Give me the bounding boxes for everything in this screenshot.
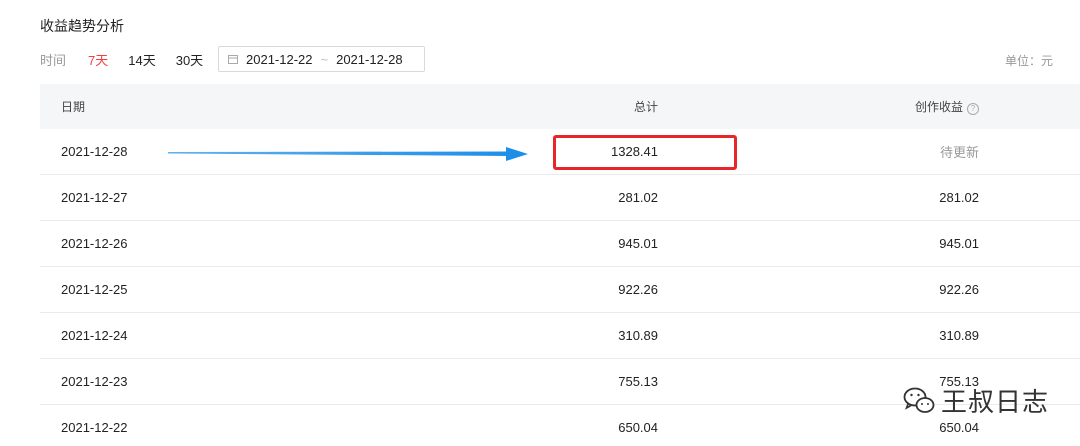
row-date: 2021-12-22 xyxy=(61,420,128,435)
table-row: 2021-12-24 310.89 310.89 xyxy=(40,313,1080,359)
row-total: 922.26 xyxy=(618,282,658,297)
help-circle-icon[interactable]: ? xyxy=(967,103,979,115)
wechat-icon xyxy=(903,387,935,413)
unit-label: 单位：元 xyxy=(1004,54,1053,68)
row-total: 945.01 xyxy=(618,236,658,251)
table-row: 2021-12-26 945.01 945.01 xyxy=(40,221,1080,267)
row-date: 2021-12-27 xyxy=(61,190,128,205)
table-row: 2021-12-27 281.02 281.02 xyxy=(40,175,1080,221)
row-total: 310.89 xyxy=(618,328,658,343)
section-title: 收益趋势分析 xyxy=(40,18,124,34)
time-filter-bar: 时间 7天 14天 30天 2021-12-22 ~ 2021-12-28 xyxy=(40,46,425,72)
range-option-30d[interactable]: 30天 xyxy=(176,50,203,69)
table-row: 2021-12-25 922.26 922.26 xyxy=(40,267,1080,313)
header-total: 总计 xyxy=(633,100,658,114)
row-date: 2021-12-25 xyxy=(61,282,128,297)
row-creation: 310.89 xyxy=(939,328,979,343)
row-creation: 945.01 xyxy=(939,236,979,251)
row-total: 281.02 xyxy=(618,190,658,205)
header-creation-label: 创作收益 xyxy=(914,100,963,114)
range-option-14d[interactable]: 14天 xyxy=(128,50,155,69)
calendar-icon xyxy=(228,55,238,64)
row-creation: 待更新 xyxy=(939,145,979,160)
row-date: 2021-12-23 xyxy=(61,374,128,389)
row-total: 755.13 xyxy=(618,374,658,389)
row-creation: 650.04 xyxy=(939,420,979,435)
range-option-7d[interactable]: 7天 xyxy=(88,50,108,69)
date-range-separator: ~ xyxy=(320,51,329,67)
header-date: 日期 xyxy=(61,100,86,114)
row-total: 650.04 xyxy=(618,420,658,435)
time-filter-label: 时间 xyxy=(40,52,67,68)
row-date: 2021-12-28 xyxy=(61,144,128,159)
header-creation: 创作收益? xyxy=(889,98,979,115)
row-creation: 922.26 xyxy=(939,282,979,297)
row-date: 2021-12-24 xyxy=(61,328,128,343)
date-range-end: 2021-12-28 xyxy=(336,51,403,67)
row-creation: 281.02 xyxy=(939,190,979,205)
annotation-arrow xyxy=(168,147,528,161)
watermark: 王叔日志 xyxy=(903,382,1049,419)
date-range-start: 2021-12-22 xyxy=(246,51,313,67)
date-range-picker[interactable]: 2021-12-22 ~ 2021-12-28 xyxy=(218,46,425,72)
table-header: 日期 总计 创作收益? xyxy=(40,84,1080,129)
row-date: 2021-12-26 xyxy=(61,236,128,251)
watermark-text: 王叔日志 xyxy=(941,387,1050,417)
highlight-box xyxy=(553,135,737,170)
